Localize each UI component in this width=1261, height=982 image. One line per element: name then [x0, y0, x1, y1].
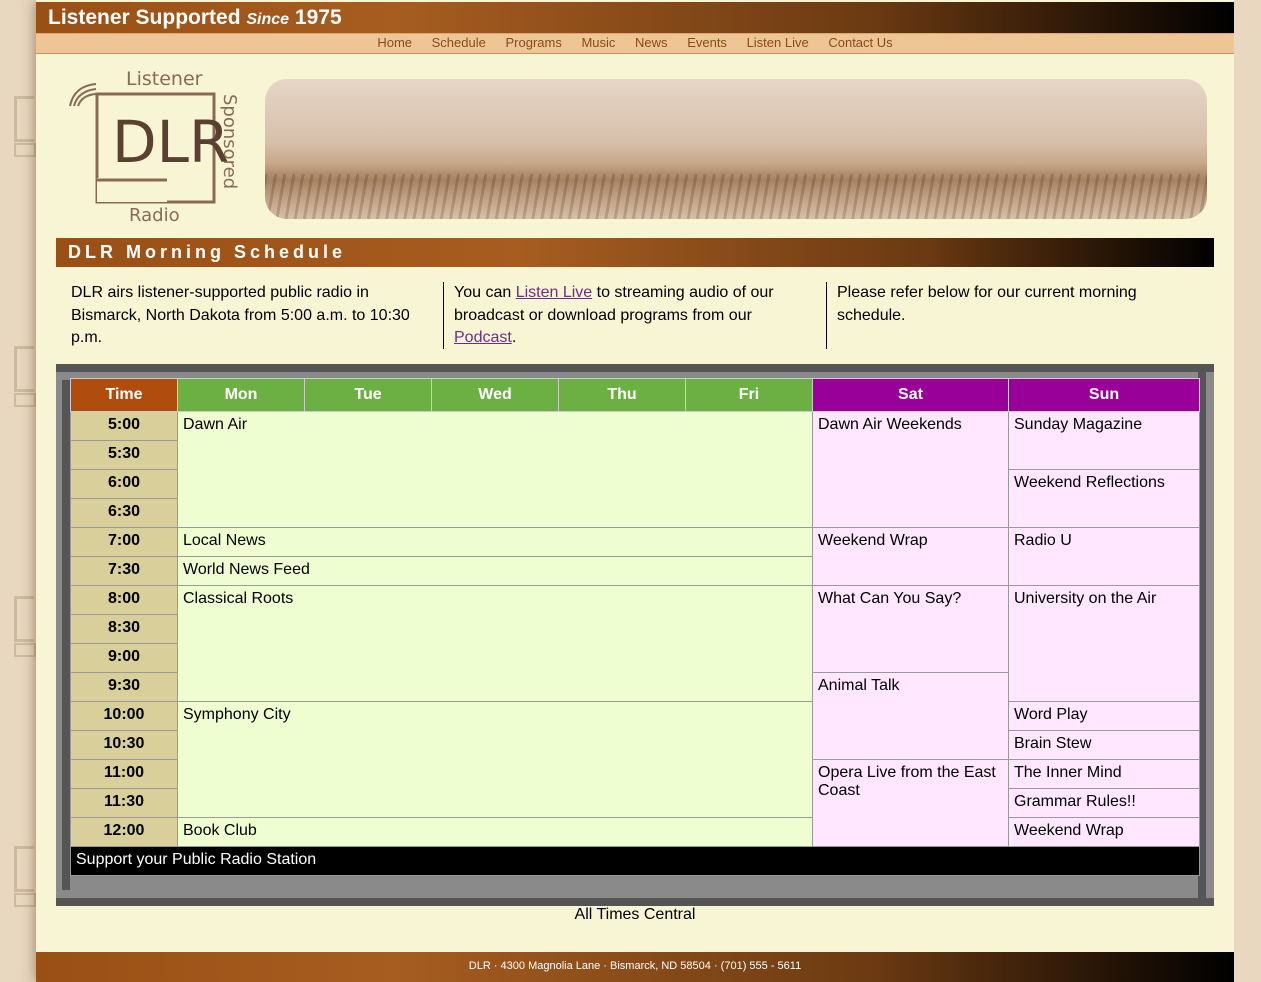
time-cell: 7:30: [70, 556, 178, 586]
program-cell[interactable]: World News Feed: [177, 556, 813, 586]
listen-live-link[interactable]: Listen Live: [516, 284, 593, 301]
header-sat: Sat: [812, 378, 1009, 412]
header-fri: Fri: [685, 378, 813, 412]
site-footer: DLR · 4300 Magnolia Lane · Bismarck, ND …: [36, 952, 1234, 982]
table-row: 8:00 Classical Roots What Can You Say? U…: [70, 585, 1200, 702]
logo-side-text: Sponsored: [219, 94, 240, 189]
program-cell[interactable]: University on the Air: [1008, 585, 1200, 702]
nav-listen-live[interactable]: Listen Live: [747, 35, 809, 50]
time-cell: 9:30: [70, 672, 178, 702]
schedule-frame: Time Mon Tue Wed Thu Fri Sat Sun 5:00 Da…: [56, 364, 1214, 906]
all-times-note: All Times Central: [574, 906, 696, 923]
dlr-logo[interactable]: Listener DLR Sponsored Radio: [64, 66, 244, 226]
program-cell[interactable]: Weekend Wrap: [812, 527, 1009, 586]
site-title: Listener Supported: [48, 6, 241, 29]
program-cell[interactable]: Animal Talk: [812, 672, 1009, 760]
program-cell[interactable]: Sunday Magazine: [1008, 411, 1200, 470]
logo-top-text: Listener: [126, 68, 203, 90]
logo-center-text: DLR: [112, 108, 229, 176]
program-cell[interactable]: Word Play: [1008, 701, 1200, 731]
time-cell: 11:00: [70, 759, 178, 789]
time-cell: 5:30: [70, 440, 178, 470]
page: Listener Supported Since 1975 Home Sched…: [36, 0, 1234, 982]
time-cell: 8:30: [70, 614, 178, 644]
nav-music[interactable]: Music: [581, 35, 615, 50]
program-cell[interactable]: Opera Live from the East Coast: [812, 759, 1009, 847]
time-cell: 7:00: [70, 527, 178, 557]
site-title-bar: Listener Supported Since 1975: [36, 2, 1234, 33]
program-cell[interactable]: Symphony City: [177, 701, 813, 818]
section-title: DLR Morning Schedule: [56, 238, 1214, 267]
time-cell: 6:00: [70, 469, 178, 499]
time-cell: 12:00: [70, 817, 178, 847]
header-wed: Wed: [431, 378, 559, 412]
nav-home[interactable]: Home: [377, 35, 412, 50]
nav-schedule[interactable]: Schedule: [432, 35, 486, 50]
table-row: 7:00 Local News Weekend Wrap Radio U: [70, 527, 1200, 586]
header-sun: Sun: [1008, 378, 1200, 412]
header-tue: Tue: [304, 378, 432, 412]
intro-col-3: Please refer below for our current morni…: [826, 282, 1197, 349]
program-cell[interactable]: Radio U: [1008, 527, 1200, 586]
time-cell: 8:00: [70, 585, 178, 615]
program-cell[interactable]: Local News: [177, 527, 813, 557]
schedule-table: Time Mon Tue Wed Thu Fri Sat Sun 5:00 Da…: [70, 378, 1200, 876]
logo-bottom-text: Radio: [129, 205, 180, 226]
prairie-banner-image: [265, 79, 1207, 219]
site-title-since: Since: [246, 11, 290, 28]
intro-col-1: DLR airs listener-supported public radio…: [71, 284, 410, 346]
schedule-header-row: Time Mon Tue Wed Thu Fri Sat Sun: [70, 378, 1200, 412]
radio-waves-icon: [69, 83, 97, 107]
header-time: Time: [70, 378, 178, 412]
table-row: 10:00 Symphony City Word Play: [70, 701, 1200, 818]
nav-events[interactable]: Events: [687, 35, 727, 50]
table-row: 5:00 Dawn Air Dawn Air Weekends Sunday M…: [70, 411, 1200, 528]
support-message[interactable]: Support your Public Radio Station: [70, 846, 1200, 876]
nav-programs[interactable]: Programs: [505, 35, 561, 50]
time-cell: 10:30: [70, 730, 178, 760]
time-cell: 11:30: [70, 788, 178, 818]
program-cell[interactable]: Classical Roots: [177, 585, 813, 702]
header-thu: Thu: [558, 378, 686, 412]
background-decoration: [0, 0, 36, 982]
right-margin: [1234, 0, 1261, 982]
time-cell: 10:00: [70, 701, 178, 731]
main-nav: Home Schedule Programs Music News Events…: [36, 33, 1234, 54]
nav-news[interactable]: News: [635, 35, 668, 50]
header-mon: Mon: [177, 378, 305, 412]
program-cell[interactable]: Grammar Rules!!: [1008, 788, 1200, 818]
program-cell[interactable]: Book Club: [177, 817, 813, 847]
program-cell[interactable]: Dawn Air Weekends: [812, 411, 1009, 528]
intro-col-2: You can Listen Live to streaming audio o…: [443, 282, 814, 349]
site-title-year: 1975: [294, 6, 342, 29]
time-cell: 6:30: [70, 498, 178, 528]
nav-contact-us[interactable]: Contact Us: [828, 35, 892, 50]
table-row: 12:00 Book Club Weekend Wrap: [70, 817, 1200, 847]
program-cell[interactable]: The Inner Mind: [1008, 759, 1200, 789]
time-cell: 5:00: [70, 411, 178, 441]
time-cell: 9:00: [70, 643, 178, 673]
program-cell[interactable]: What Can You Say?: [812, 585, 1009, 673]
support-row: Support your Public Radio Station: [70, 846, 1200, 876]
program-cell[interactable]: Brain Stew: [1008, 730, 1200, 760]
program-cell[interactable]: Weekend Wrap: [1008, 817, 1200, 847]
program-cell[interactable]: Weekend Reflections: [1008, 469, 1200, 528]
podcast-link[interactable]: Podcast: [454, 329, 512, 346]
program-cell[interactable]: Dawn Air: [177, 411, 813, 528]
